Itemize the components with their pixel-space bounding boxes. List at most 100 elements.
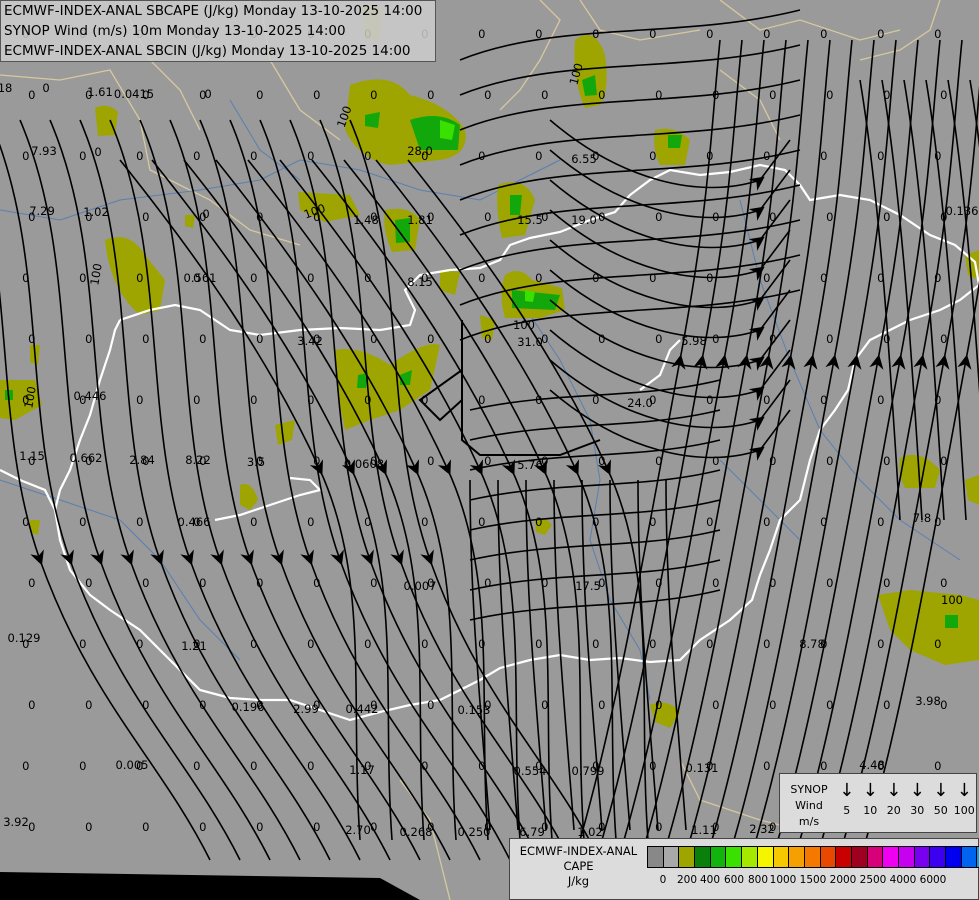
map-value-label: 0.799 (572, 764, 605, 778)
map-zero-label: 0 (484, 332, 491, 346)
map-zero-label: 0 (478, 149, 485, 163)
map-zero-label: 0 (541, 576, 548, 590)
map-zero-label: 0 (136, 637, 143, 651)
map-zero-label: 0 (421, 515, 428, 529)
map-zero-label: 0 (193, 271, 200, 285)
map-zero-label: 0 (934, 637, 941, 651)
map-zero-label: 0 (655, 210, 662, 224)
map-zero-label: 0 (256, 332, 263, 346)
map-zero-label: 0 (769, 454, 776, 468)
map-zero-label: 0 (427, 332, 434, 346)
map-value-label: 0 (42, 81, 49, 95)
map-value-label: 0.005 (116, 758, 149, 772)
cape-legend-swatch (867, 847, 884, 867)
map-zero-label: 0 (478, 759, 485, 773)
map-zero-label: 0 (769, 88, 776, 102)
cape-legend-tick: 6000 (919, 874, 947, 886)
map-zero-label: 0 (193, 759, 200, 773)
map-zero-label: 0 (769, 210, 776, 224)
map-zero-label: 0 (193, 515, 200, 529)
map-zero-label: 0 (256, 820, 263, 834)
cape-legend-swatch (946, 847, 962, 867)
map-zero-label: 0 (199, 210, 206, 224)
map-zero-label: 0 (934, 271, 941, 285)
map-zero-label: 0 (706, 637, 713, 651)
wind-arrow-icon: ↓ (909, 780, 925, 801)
map-value-label: 0.0608 (344, 457, 384, 471)
map-zero-label: 0 (370, 454, 377, 468)
map-value-label: 15.5 (517, 213, 543, 227)
map-zero-label: 0 (826, 576, 833, 590)
map-zero-label: 0 (934, 27, 941, 41)
map-zero-label: 0 (535, 149, 542, 163)
map-value-label: 2.70 (345, 823, 371, 837)
synop-legend-value: 20 (886, 804, 901, 817)
synop-legend-value: 10 (863, 804, 878, 817)
map-zero-label: 0 (940, 576, 947, 590)
cape-legend-swatch (804, 847, 821, 867)
map-zero-label: 0 (712, 820, 719, 834)
map-zero-label: 0 (763, 149, 770, 163)
map-zero-label: 0 (421, 271, 428, 285)
map-zero-label: 0 (313, 454, 320, 468)
synop-legend-item: ↓ 5 (835, 778, 859, 818)
title-synop-wind: SYNOP Wind (m/s) 10m Monday 13-10-2025 1… (4, 23, 346, 39)
map-zero-label: 0 (421, 393, 428, 407)
map-zero-label: 0 (364, 271, 371, 285)
map-zero-label: 0 (22, 759, 29, 773)
map-zero-label: 0 (763, 637, 770, 651)
cape-legend-swatch (648, 847, 664, 867)
map-zero-label: 0 (193, 637, 200, 651)
map-zero-label: 0 (79, 271, 86, 285)
map-zero-label: 0 (484, 820, 491, 834)
map-zero-label: 0 (763, 271, 770, 285)
cape-legend-swatch (930, 847, 947, 867)
map-zero-label: 0 (250, 149, 257, 163)
map-zero-label: 0 (136, 759, 143, 773)
map-zero-label: 0 (706, 27, 713, 41)
map-zero-label: 0 (940, 88, 947, 102)
map-zero-label: 0 (142, 820, 149, 834)
cape-legend-swatch (710, 847, 727, 867)
map-zero-label: 0 (427, 820, 434, 834)
map-zero-label: 0 (598, 88, 605, 102)
cape-legend-tick: 1500 (799, 874, 827, 886)
map-zero-label: 0 (712, 88, 719, 102)
map-zero-label: 0 (826, 454, 833, 468)
cape-legend-swatches (647, 846, 979, 868)
map-zero-label: 0 (598, 698, 605, 712)
map-zero-label: 0 (592, 759, 599, 773)
map-zero-label: 0 (421, 149, 428, 163)
map-zero-label: 0 (250, 759, 257, 773)
cape-legend-swatch (883, 847, 899, 867)
map-zero-label: 0 (484, 210, 491, 224)
cape-legend-tick: 2000 (829, 874, 857, 886)
cape-legend-tick: 600 (723, 874, 745, 886)
map-zero-label: 0 (85, 88, 92, 102)
map-zero-label: 0 (712, 332, 719, 346)
map-zero-label: 0 (535, 637, 542, 651)
cape-legend-ticks: 0 200 400 600 800 1000 1500 2000 2500 4000 6000 (647, 874, 977, 888)
map-zero-label: 0 (655, 332, 662, 346)
map-zero-label: 0 (250, 271, 257, 285)
map-zero-label: 0 (883, 698, 890, 712)
map-zero-label: 0 (940, 454, 947, 468)
map-zero-label: 0 (478, 637, 485, 651)
map-zero-label: 0 (478, 27, 485, 41)
map-zero-label: 0 (427, 576, 434, 590)
map-zero-label: 0 (478, 515, 485, 529)
map-zero-label: 0 (598, 210, 605, 224)
map-zero-label: 0 (712, 210, 719, 224)
map-zero-label: 0 (649, 515, 656, 529)
map-zero-label: 0 (649, 271, 656, 285)
cape-legend-tick: 400 (699, 874, 721, 886)
map-zero-label: 0 (820, 759, 827, 773)
map-zero-label: 0 (28, 88, 35, 102)
map-zero-label: 0 (28, 698, 35, 712)
map-zero-label: 0 (763, 393, 770, 407)
map-zero-label: 0 (535, 27, 542, 41)
map-zero-label: 0 (883, 332, 890, 346)
map-zero-label: 0 (712, 576, 719, 590)
map-zero-label: 0 (649, 149, 656, 163)
map-zero-label: 0 (598, 454, 605, 468)
